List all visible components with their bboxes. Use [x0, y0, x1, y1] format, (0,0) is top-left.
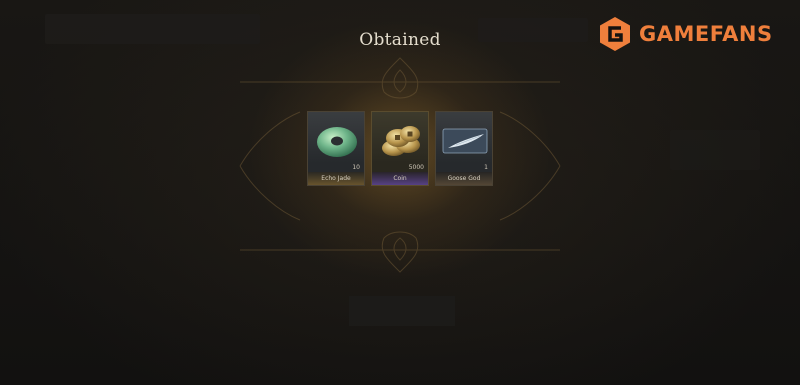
reward-quantity: 10	[352, 164, 360, 171]
reward-card-goose-god[interactable]: 1 Goose God	[435, 111, 493, 186]
reward-name: Goose God	[436, 172, 492, 185]
reward-name: Echo Jade	[308, 172, 364, 185]
reward-card-echo-jade[interactable]: 10 Echo Jade	[307, 111, 365, 186]
ornamental-frame	[239, 57, 561, 273]
gamefans-logo-text: GAMEFANS	[639, 22, 773, 46]
confirm-button[interactable]	[349, 296, 455, 326]
reward-card-coin[interactable]: 5000 Coin	[371, 111, 429, 186]
reward-name: Coin	[372, 172, 428, 185]
reward-quantity: 5000	[408, 164, 424, 171]
reward-quantity: 1	[484, 164, 488, 171]
gamefans-logo-icon	[600, 17, 630, 51]
reward-list: 10 Echo Jade 5000 Coin 1 Goose God	[307, 111, 493, 186]
gamefans-logo: GAMEFANS	[597, 14, 773, 54]
